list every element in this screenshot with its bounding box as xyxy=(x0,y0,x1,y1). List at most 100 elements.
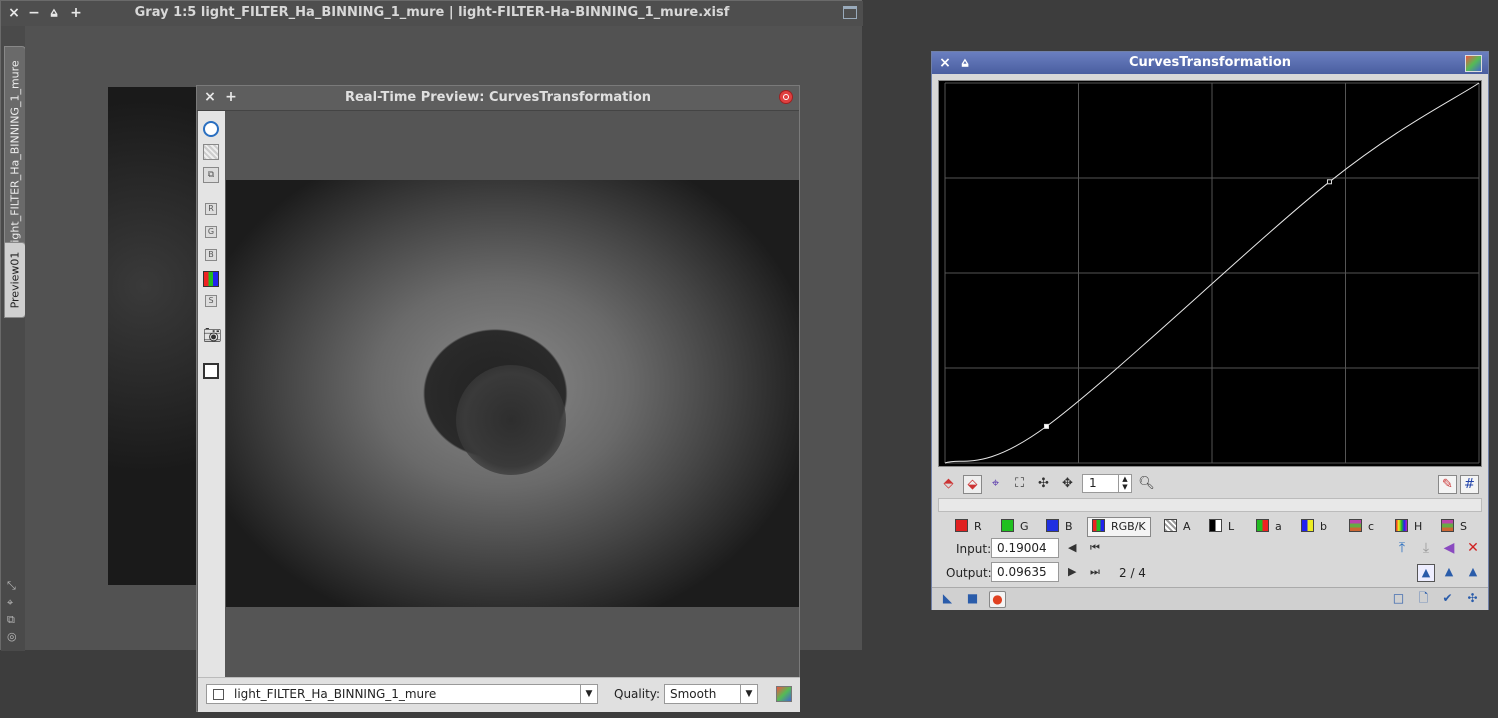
stop-icon[interactable] xyxy=(779,90,793,104)
view-select[interactable]: light_FILTER_Ha_BINNING_1_mure ▼ xyxy=(206,684,598,704)
preview-toolbar: ⧉ R G B S 📷︎ xyxy=(198,111,225,677)
curves-title: CurvesTransformation xyxy=(1128,55,1292,70)
curve-points xyxy=(1043,179,1332,429)
window-icon[interactable] xyxy=(203,363,219,379)
channel-g[interactable]: G xyxy=(1001,518,1029,536)
channel-a[interactable]: A xyxy=(1164,518,1191,536)
linear-interp-icon[interactable]: ▲ xyxy=(1417,564,1435,582)
view-select-value: light_FILTER_Ha_BINNING_1_mure xyxy=(234,687,437,701)
channel-g-button[interactable]: G xyxy=(205,226,217,238)
saturation-swatch-icon xyxy=(1441,519,1454,532)
channel-r[interactable]: R xyxy=(955,518,982,536)
zoom-reset-icon[interactable]: ✣ xyxy=(1035,475,1052,492)
restore-icon[interactable] xyxy=(843,6,857,19)
store-curve-icon[interactable]: ⤒ xyxy=(1394,540,1410,556)
quality-select[interactable]: Smooth ▼ xyxy=(664,684,758,704)
cubic-interp-icon[interactable]: ▲ xyxy=(1465,564,1481,580)
lightness-swatch-icon xyxy=(1209,519,1222,532)
apply-global-icon[interactable]: ■ xyxy=(965,591,980,606)
channel-b-button[interactable]: B xyxy=(205,249,217,261)
tab-main-view[interactable]: light_FILTER_Ha_BINNING_1_mure xyxy=(4,46,26,260)
grid-toggle-icon[interactable]: # xyxy=(1460,475,1479,494)
tab-main-view-label: light_FILTER_Ha_BINNING_1_mure xyxy=(8,60,22,246)
last-point-icon[interactable]: ⏭ xyxy=(1090,565,1100,579)
delete-point-icon[interactable]: ⌖ xyxy=(987,475,1004,492)
channel-l-label: L xyxy=(1228,520,1235,533)
channel-a-star-label: a xyxy=(1275,520,1282,533)
preview-bottom-bar: light_FILTER_Ha_BINNING_1_mure ▼ Quality… xyxy=(198,677,800,712)
target-icon[interactable]: ◎ xyxy=(7,630,17,643)
channel-selector: R G B RGB/K A L a b c H S xyxy=(938,516,1482,538)
zoom-fit-icon[interactable]: ⛶ xyxy=(1011,475,1028,492)
curves-titlebar[interactable]: × ⩠ CurvesTransformation xyxy=(932,52,1488,74)
value-strip xyxy=(938,498,1482,512)
nebula-preview-image[interactable] xyxy=(226,180,799,607)
quality-select-value: Smooth xyxy=(670,687,717,701)
channel-s-button[interactable]: S xyxy=(205,295,217,307)
overlay-icon[interactable]: ⧉ xyxy=(203,167,219,183)
curves-toolbar: ⬘ ⬙ ⌖ ⛶ ✣ ✥ 1 ▲ ▼ 🔍︎ ✎ # xyxy=(938,472,1482,496)
channel-b[interactable]: B xyxy=(1046,518,1073,536)
pan-icon[interactable]: ✥ xyxy=(1059,475,1076,492)
tab-preview01[interactable]: Preview01 xyxy=(4,242,26,318)
curve-control-point xyxy=(1326,179,1332,185)
new-instance-icon[interactable]: ◣ xyxy=(940,591,955,606)
channel-c-label: c xyxy=(1368,520,1375,533)
curve-graph[interactable] xyxy=(938,80,1482,467)
channel-l[interactable]: L xyxy=(1209,518,1234,536)
edit-instance-icon[interactable]: 🗋︎ xyxy=(1416,591,1431,606)
image-window-title: Gray 1:5 light_FILTER_Ha_BINNING_1_mure … xyxy=(134,5,730,20)
next-point-icon[interactable]: ▶ xyxy=(1068,565,1076,578)
realtime-preview-window: × + Real-Time Preview: CurvesTransformat… xyxy=(196,85,800,712)
graph-style-icon[interactable]: ✎ xyxy=(1438,475,1457,494)
select-point-icon[interactable]: ⬙ xyxy=(963,475,982,494)
channel-a-star[interactable]: a xyxy=(1256,518,1282,536)
channel-h-label: H xyxy=(1414,520,1423,533)
channel-s[interactable]: S xyxy=(1441,518,1467,536)
image-icon xyxy=(213,689,224,700)
spin-arrows-icon[interactable]: ▲ ▼ xyxy=(1118,475,1131,492)
reset-icon[interactable]: ✣ xyxy=(1465,591,1480,606)
process-bottom-bar: ◣ ■ ● □ 🗋︎ ✔ ✣ xyxy=(932,587,1488,610)
add-point-icon[interactable]: ⬘ xyxy=(940,475,957,492)
quality-label: Quality: xyxy=(614,687,661,701)
channel-b-star[interactable]: b xyxy=(1301,518,1327,536)
zoom-spinbox[interactable]: 1 ▲ ▼ xyxy=(1082,474,1132,493)
channel-a-label: A xyxy=(1183,520,1191,533)
zoom-value: 1 xyxy=(1089,476,1097,490)
camera-icon[interactable]: 📷︎ xyxy=(203,328,222,344)
channel-c[interactable]: c xyxy=(1349,518,1374,536)
copy-icon[interactable]: ⧉ xyxy=(7,613,15,627)
realtime-preview-titlebar[interactable]: × + Real-Time Preview: CurvesTransformat… xyxy=(197,86,799,111)
chevron-down-icon[interactable]: ▼ xyxy=(580,685,597,703)
browse-docs-icon[interactable]: □ xyxy=(1391,591,1406,606)
channel-rgbk[interactable]: RGB/K xyxy=(1087,517,1151,537)
process-icon[interactable] xyxy=(1465,55,1482,72)
input-field[interactable]: 0.19004 xyxy=(991,538,1059,558)
output-field[interactable]: 0.09635 xyxy=(991,562,1059,582)
diagonal-arrow-icon[interactable]: ⤡ xyxy=(7,579,16,593)
curve-svg[interactable] xyxy=(939,81,1481,466)
restore-curve-icon[interactable]: ⤓ xyxy=(1418,540,1434,556)
akima-interp-icon[interactable]: ▲ xyxy=(1441,564,1457,580)
crosshair-icon[interactable]: ⌖ xyxy=(7,596,13,610)
reset-curve-icon[interactable]: ✕ xyxy=(1465,540,1481,556)
realtime-preview-icon[interactable]: ● xyxy=(989,591,1006,608)
magnifier-icon[interactable]: 🔍︎ xyxy=(1138,475,1155,492)
preview-mode-icon[interactable] xyxy=(203,121,219,137)
channel-b-label: B xyxy=(1065,520,1073,533)
image-window-titlebar[interactable]: × − ⩠ + Gray 1:5 light_FILTER_Ha_BINNING… xyxy=(1,1,863,27)
reverse-curve-icon[interactable]: ◀ xyxy=(1441,540,1457,556)
red-swatch-icon xyxy=(955,519,968,532)
channel-h[interactable]: H xyxy=(1395,518,1422,536)
chevron-down-icon[interactable]: ▼ xyxy=(740,685,757,703)
first-point-icon[interactable]: ⏮ xyxy=(1090,541,1100,555)
channel-rgb-button[interactable] xyxy=(203,271,219,287)
execute-icon[interactable]: ✔ xyxy=(1440,591,1455,606)
output-value: 0.09635 xyxy=(997,565,1047,579)
pattern-icon[interactable] xyxy=(203,144,219,160)
channel-rgbk-label: RGB/K xyxy=(1111,520,1146,533)
channel-r-button[interactable]: R xyxy=(205,203,217,215)
process-icon[interactable] xyxy=(776,686,792,702)
prev-point-icon[interactable]: ◀ xyxy=(1068,541,1076,554)
